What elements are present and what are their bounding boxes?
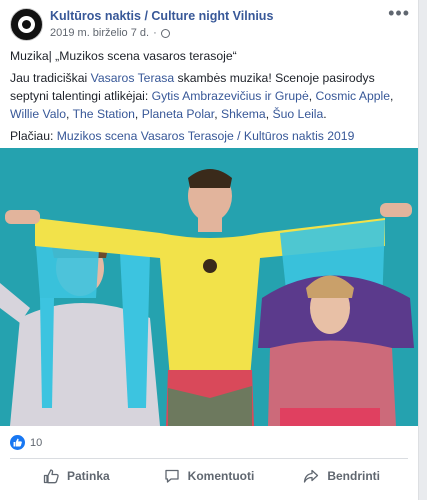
link-planeta-polar[interactable]: Planeta Polar bbox=[142, 107, 215, 121]
band-photo-illustration bbox=[0, 148, 418, 426]
globe-icon bbox=[160, 28, 170, 38]
link-event-page[interactable]: Muzikos scena Vasaros Terasoje / Kultūro… bbox=[57, 129, 355, 143]
comment-icon bbox=[164, 468, 180, 484]
share-button[interactable]: Bendrinti bbox=[275, 460, 408, 492]
post-header: Kultūros naktis / Culture night Vilnius … bbox=[10, 4, 410, 42]
link-suo-leila[interactable]: Šuo Leila bbox=[272, 107, 323, 121]
link-shkema[interactable]: Shkema bbox=[221, 107, 266, 121]
comment-button[interactable]: Komentuoti bbox=[143, 460, 276, 492]
reaction-summary[interactable]: 10 bbox=[10, 435, 42, 450]
actions-divider bbox=[10, 458, 408, 459]
page-name-link[interactable]: Kultūros naktis / Culture night Vilnius bbox=[50, 9, 273, 23]
more-icon[interactable]: ••• bbox=[388, 4, 410, 22]
post-meta: 2019 m. birželio 7 d. · bbox=[50, 27, 170, 39]
post-text-line1: Muzika| „Muzikos scena vasaros terasoje“ bbox=[10, 49, 237, 63]
link-cosmic-apple[interactable]: Cosmic Apple bbox=[316, 89, 391, 103]
reaction-count: 10 bbox=[30, 436, 43, 449]
like-button[interactable]: Patinka bbox=[10, 460, 143, 492]
like-reaction-icon bbox=[10, 435, 25, 450]
like-label: Patinka bbox=[66, 469, 110, 483]
link-gytis-ambrazevicius[interactable]: Gytis Ambrazevičius ir Grupė bbox=[152, 89, 309, 103]
comment-label: Komentuoti bbox=[187, 469, 255, 483]
post-text: Muzika| „Muzikos scena vasaros terasoje“… bbox=[10, 47, 410, 149]
post-photo[interactable] bbox=[0, 148, 418, 426]
post-card: Kultūros naktis / Culture night Vilnius … bbox=[0, 0, 419, 500]
thumbs-up-icon bbox=[43, 468, 59, 484]
post-timestamp[interactable]: 2019 m. birželio 7 d. bbox=[50, 27, 149, 39]
share-label: Bendrinti bbox=[327, 469, 381, 483]
post-actions: Patinka Komentuoti Bendrinti bbox=[10, 460, 408, 492]
link-willie-valo[interactable]: Willie Valo bbox=[10, 107, 66, 121]
link-the-station[interactable]: The Station bbox=[73, 107, 135, 121]
share-icon bbox=[303, 468, 319, 484]
post-text-line2: Jau tradiciškai Vasaros Terasa skambės m… bbox=[10, 71, 394, 121]
link-vasaros-terasa[interactable]: Vasaros Terasa bbox=[91, 71, 175, 85]
page-avatar[interactable] bbox=[10, 8, 43, 41]
post-text-line3: Plačiau: Muzikos scena Vasaros Terasoje … bbox=[10, 129, 355, 143]
